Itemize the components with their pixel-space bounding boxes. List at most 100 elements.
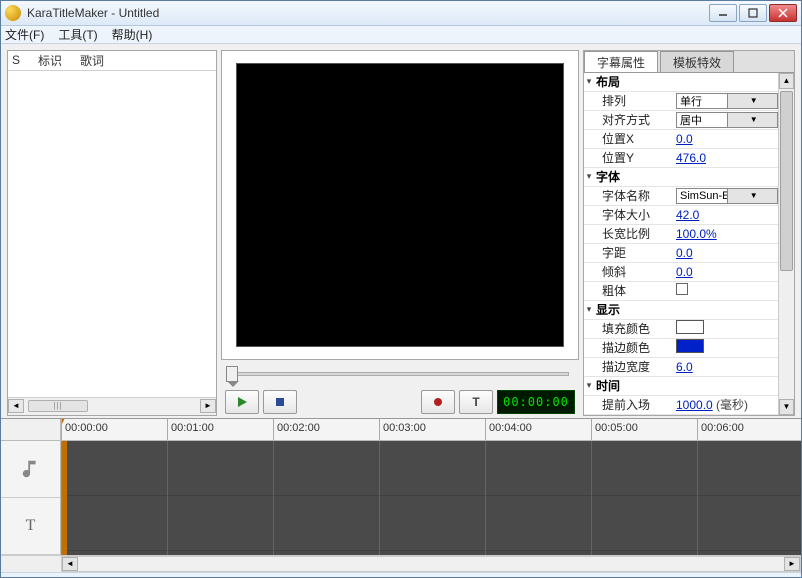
preview-panel: T 00:00:00	[221, 50, 579, 416]
video-preview[interactable]	[236, 63, 564, 346]
scroll-left-icon[interactable]: ◄	[62, 557, 78, 571]
client-area: S 标识 歌词 ◄ ►	[1, 44, 801, 572]
play-button[interactable]	[225, 390, 259, 414]
prop-posx-label: 位置X	[584, 130, 676, 147]
prop-italic-value[interactable]: 0.0	[676, 265, 693, 279]
prop-fontname-label: 字体名称	[584, 187, 676, 204]
properties-vscroll[interactable]: ▲ ▼	[778, 73, 794, 415]
prop-arrange-combo[interactable]: 单行▼	[676, 93, 778, 109]
prop-align-label: 对齐方式	[584, 111, 676, 128]
record-button[interactable]	[421, 390, 455, 414]
expand-icon[interactable]: ▾	[584, 380, 594, 391]
prop-fontsize-value[interactable]: 42.0	[676, 208, 699, 222]
menu-bar: 文件(F) 工具(T) 帮助(H)	[1, 26, 801, 44]
timeline-ruler[interactable]: 00:00:0000:01:0000:02:0000:03:0000:04:00…	[61, 419, 801, 440]
time-display: 00:00:00	[497, 390, 575, 414]
ruler-label: 00:01:00	[171, 422, 214, 434]
ruler-tick: 00:03:00	[379, 419, 380, 440]
expand-icon[interactable]: ▾	[584, 171, 594, 182]
close-button[interactable]	[769, 4, 797, 22]
app-icon	[5, 5, 21, 21]
seek-slider[interactable]	[231, 372, 569, 376]
ruler-tick: 00:06:00	[697, 419, 698, 440]
fill-color-swatch[interactable]	[676, 320, 704, 334]
ruler-label: 00:05:00	[595, 422, 638, 434]
music-note-icon	[20, 458, 42, 480]
prop-ratio-label: 长宽比例	[584, 225, 676, 242]
properties-panel: 字幕属性 模板特效 ▾布局 排列单行▼ 对齐方式居中▼ 位置X0.0 位置Y47…	[583, 50, 795, 416]
text-icon: T	[26, 517, 36, 535]
prop-ratio-value[interactable]: 100.0%	[676, 227, 717, 241]
prop-bold-checkbox[interactable]	[676, 283, 688, 295]
properties-tabs: 字幕属性 模板特效	[584, 51, 794, 73]
col-s[interactable]: S	[12, 53, 20, 67]
ruler-label: 00:03:00	[383, 422, 426, 434]
ruler-label: 00:04:00	[489, 422, 532, 434]
prop-fontname-combo[interactable]: SimSun-Ext▼	[676, 188, 778, 204]
section-layout: 布局	[594, 73, 686, 90]
ruler-label: 00:02:00	[277, 422, 320, 434]
expand-icon[interactable]: ▾	[584, 304, 594, 315]
preview-box	[221, 50, 579, 360]
lyric-list-hscroll[interactable]: ◄ ►	[8, 397, 216, 415]
scroll-left-icon[interactable]: ◄	[8, 399, 24, 413]
col-lyric[interactable]: 歌词	[80, 52, 104, 69]
chevron-down-icon[interactable]: ▼	[727, 189, 778, 203]
prop-fontsize-label: 字体大小	[584, 206, 676, 223]
prop-posx-value[interactable]: 0.0	[676, 132, 693, 146]
prop-strokew-label: 描边宽度	[584, 358, 676, 375]
scroll-down-icon[interactable]: ▼	[779, 399, 794, 415]
tab-template-fx[interactable]: 模板特效	[660, 51, 734, 72]
window-title: KaraTitleMaker - Untitled	[27, 6, 709, 20]
section-display: 显示	[594, 301, 686, 318]
prop-leadin-unit: (毫秒)	[716, 398, 748, 412]
status-bar	[1, 572, 801, 577]
stroke-color-swatch[interactable]	[676, 339, 704, 353]
scroll-thumb[interactable]	[28, 400, 88, 412]
prop-spacing-value[interactable]: 0.0	[676, 246, 693, 260]
menu-file[interactable]: 文件(F)	[5, 26, 44, 43]
seek-thumb[interactable]	[226, 366, 238, 382]
prop-leadin-value[interactable]: 1000.0	[676, 398, 713, 412]
prop-posy-label: 位置Y	[584, 149, 676, 166]
menu-tools[interactable]: 工具(T)	[58, 26, 97, 43]
tab-subtitle-props[interactable]: 字幕属性	[584, 51, 658, 72]
lyric-list-panel: S 标识 歌词 ◄ ►	[7, 50, 217, 416]
lyric-list-body[interactable]	[8, 71, 216, 397]
scroll-up-icon[interactable]: ▲	[779, 73, 794, 89]
text-mode-button[interactable]: T	[459, 390, 493, 414]
prop-posy-value[interactable]: 476.0	[676, 151, 706, 165]
ruler-tick: 00:05:00	[591, 419, 592, 440]
chevron-down-icon[interactable]: ▼	[727, 113, 778, 127]
expand-icon[interactable]: ▾	[584, 76, 594, 87]
prop-strokew-value[interactable]: 6.0	[676, 360, 693, 374]
title-bar[interactable]: KaraTitleMaker - Untitled	[1, 1, 801, 26]
ruler-label: 00:06:00	[701, 422, 744, 434]
prop-spacing-label: 字距	[584, 244, 676, 261]
prop-bold-label: 粗体	[584, 282, 676, 299]
maximize-button[interactable]	[739, 4, 767, 22]
prop-stroke-label: 描边颜色	[584, 339, 676, 356]
chevron-down-icon[interactable]: ▼	[727, 94, 778, 108]
transport-controls: T 00:00:00	[221, 388, 579, 416]
prop-fill-label: 填充颜色	[584, 320, 676, 337]
track-body[interactable]	[61, 441, 801, 555]
prop-leadin-label: 提前入场	[584, 396, 676, 413]
audio-track-label[interactable]	[1, 441, 60, 498]
ruler-tick: 00:02:00	[273, 419, 274, 440]
menu-help[interactable]: 帮助(H)	[112, 26, 153, 43]
app-window: KaraTitleMaker - Untitled 文件(F) 工具(T) 帮助…	[0, 0, 802, 578]
stop-button[interactable]	[263, 390, 297, 414]
ruler-tick: 00:04:00	[485, 419, 486, 440]
col-mark[interactable]: 标识	[38, 52, 62, 69]
scroll-right-icon[interactable]: ►	[784, 557, 800, 571]
timeline-gutter	[1, 419, 61, 440]
prop-italic-label: 倾斜	[584, 263, 676, 280]
timeline-hscroll[interactable]: ◄ ►	[61, 556, 801, 572]
prop-align-combo[interactable]: 居中▼	[676, 112, 778, 128]
scroll-thumb[interactable]	[780, 91, 793, 271]
text-track-label[interactable]: T	[1, 498, 60, 555]
minimize-button[interactable]	[709, 4, 737, 22]
scroll-right-icon[interactable]: ►	[200, 399, 216, 413]
lyric-list-header: S 标识 歌词	[8, 51, 216, 71]
